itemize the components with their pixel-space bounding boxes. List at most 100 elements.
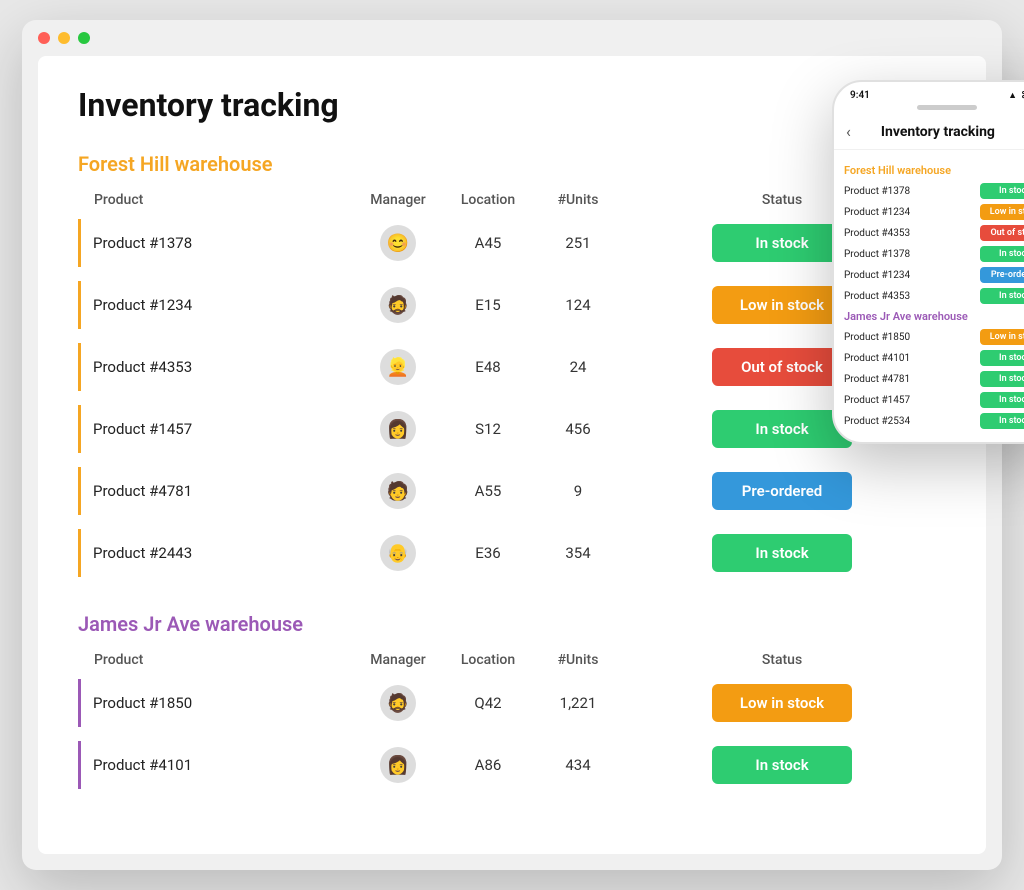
product-location: Q42 — [438, 694, 538, 712]
phone-list-item: Product #1378 In stock — [844, 246, 1024, 262]
phone-list-item: Product #1378 In stock — [844, 183, 1024, 199]
product-location: A45 — [438, 234, 538, 252]
product-units: 354 — [538, 544, 618, 562]
app-window: Inventory tracking Forest Hill warehouse… — [22, 20, 1002, 870]
phone-page-title: Inventory tracking — [881, 124, 995, 140]
phone-status-badge: In stock — [980, 183, 1024, 199]
close-dot[interactable] — [38, 32, 50, 44]
phone-product-name: Product #4353 — [844, 228, 910, 239]
manager-avatar: 👴 — [358, 535, 438, 571]
phone-status-badge: Low in stock — [980, 329, 1024, 345]
phone-list-item: Product #2534 In stock — [844, 413, 1024, 429]
warehouse-title-forest-hill: Forest Hill warehouse — [78, 152, 946, 176]
phone-status-badge: In stock — [980, 371, 1024, 387]
product-name: Product #1850 — [78, 679, 358, 727]
phone-content: Forest Hill warehouse Product #1378 In s… — [834, 150, 1024, 442]
phone-product-name: Product #1234 — [844, 270, 910, 281]
col-header-product: Product — [78, 192, 358, 208]
col-header-product: Product — [78, 652, 358, 668]
maximize-dot[interactable] — [78, 32, 90, 44]
phone-list-item: Product #4101 In stock — [844, 350, 1024, 366]
manager-avatar: 🧑 — [358, 473, 438, 509]
manager-avatar: 😊 — [358, 225, 438, 261]
avatar: 👩 — [380, 747, 416, 783]
phone-product-name: Product #1457 — [844, 395, 910, 406]
product-location: S12 — [438, 420, 538, 438]
signal-icon: ▲ — [1008, 90, 1017, 101]
table-header-forest-hill: Product Manager Location #Units Status — [78, 188, 946, 216]
phone-product-name: Product #2534 — [844, 416, 910, 427]
minimize-dot[interactable] — [58, 32, 70, 44]
phone-time: 9:41 — [850, 90, 870, 101]
avatar: 👩 — [380, 411, 416, 447]
manager-avatar: 👱 — [358, 349, 438, 385]
phone-product-name: Product #4353 — [844, 291, 910, 302]
col-header-manager: Manager — [358, 652, 438, 668]
manager-avatar: 🧔 — [358, 685, 438, 721]
product-name: Product #2443 — [78, 529, 358, 577]
table-row: Product #4101 👩 A86 434 In stock — [78, 738, 946, 792]
phone-product-name: Product #4781 — [844, 374, 910, 385]
back-icon[interactable]: ‹ — [846, 122, 851, 141]
table-row: Product #2443 👴 E36 354 In stock — [78, 526, 946, 580]
phone-product-name: Product #1378 — [844, 249, 910, 260]
table-row: Product #1378 😊 A45 251 In stock — [78, 216, 946, 270]
col-header-location: Location — [438, 652, 538, 668]
product-name: Product #1378 — [78, 219, 358, 267]
product-units: 124 — [538, 296, 618, 314]
status-badge: Low in stock — [712, 286, 852, 324]
product-location: A86 — [438, 756, 538, 774]
phone-status-badge: In stock — [980, 413, 1024, 429]
product-name: Product #4781 — [78, 467, 358, 515]
status-badge: Pre-ordered — [712, 472, 852, 510]
col-header-units: #Units — [538, 192, 618, 208]
col-header-location: Location — [438, 192, 538, 208]
product-status: In stock — [618, 534, 946, 572]
page-title: Inventory tracking — [78, 86, 946, 124]
product-location: E48 — [438, 358, 538, 376]
phone-list-item: Product #1850 Low in stock — [844, 329, 1024, 345]
manager-avatar: 👩 — [358, 411, 438, 447]
status-badge: Out of stock — [712, 348, 852, 386]
phone-list-item: Product #1234 Pre-ordered — [844, 267, 1024, 283]
col-header-units: #Units — [538, 652, 618, 668]
phone-list-item: Product #4353 Out of stock — [844, 225, 1024, 241]
phone-list-item: Product #4781 In stock — [844, 371, 1024, 387]
phone-notch — [917, 105, 977, 110]
window-titlebar — [22, 20, 1002, 56]
status-badge: In stock — [712, 534, 852, 572]
inventory-table-james-jr: Product Manager Location #Units Status P… — [78, 648, 946, 792]
phone-list-item: Product #4353 In stock — [844, 288, 1024, 304]
col-header-status: Status — [618, 652, 946, 668]
col-header-manager: Manager — [358, 192, 438, 208]
table-row: Product #1850 🧔 Q42 1,221 Low in stock — [78, 676, 946, 730]
product-units: 1,221 — [538, 694, 618, 712]
product-name: Product #1457 — [78, 405, 358, 453]
avatar: 🧔 — [380, 287, 416, 323]
phone-status-icons: ▲ ⌘ ▮▮ — [1008, 90, 1024, 101]
product-units: 9 — [538, 482, 618, 500]
phone-status-badge: In stock — [980, 392, 1024, 408]
status-badge: In stock — [712, 410, 852, 448]
product-location: E36 — [438, 544, 538, 562]
table-row: Product #1234 🧔 E15 124 Low in stock — [78, 278, 946, 332]
status-badge: Low in stock — [712, 684, 852, 722]
inventory-table-forest-hill: Product Manager Location #Units Status P… — [78, 188, 946, 580]
avatar: 😊 — [380, 225, 416, 261]
phone-product-name: Product #1378 — [844, 186, 910, 197]
manager-avatar: 🧔 — [358, 287, 438, 323]
manager-avatar: 👩 — [358, 747, 438, 783]
product-units: 434 — [538, 756, 618, 774]
product-units: 456 — [538, 420, 618, 438]
product-name: Product #4101 — [78, 741, 358, 789]
avatar: 🧔 — [380, 685, 416, 721]
product-location: E15 — [438, 296, 538, 314]
avatar: 👱 — [380, 349, 416, 385]
phone-status-badge: In stock — [980, 246, 1024, 262]
phone-warehouse-title-james-jr: James Jr Ave warehouse — [844, 310, 1024, 323]
table-header-james-jr: Product Manager Location #Units Status — [78, 648, 946, 676]
product-location: A55 — [438, 482, 538, 500]
status-badge: In stock — [712, 224, 852, 262]
phone-status-badge: Out of stock — [980, 225, 1024, 241]
table-row: Product #4781 🧑 A55 9 Pre-ordered — [78, 464, 946, 518]
